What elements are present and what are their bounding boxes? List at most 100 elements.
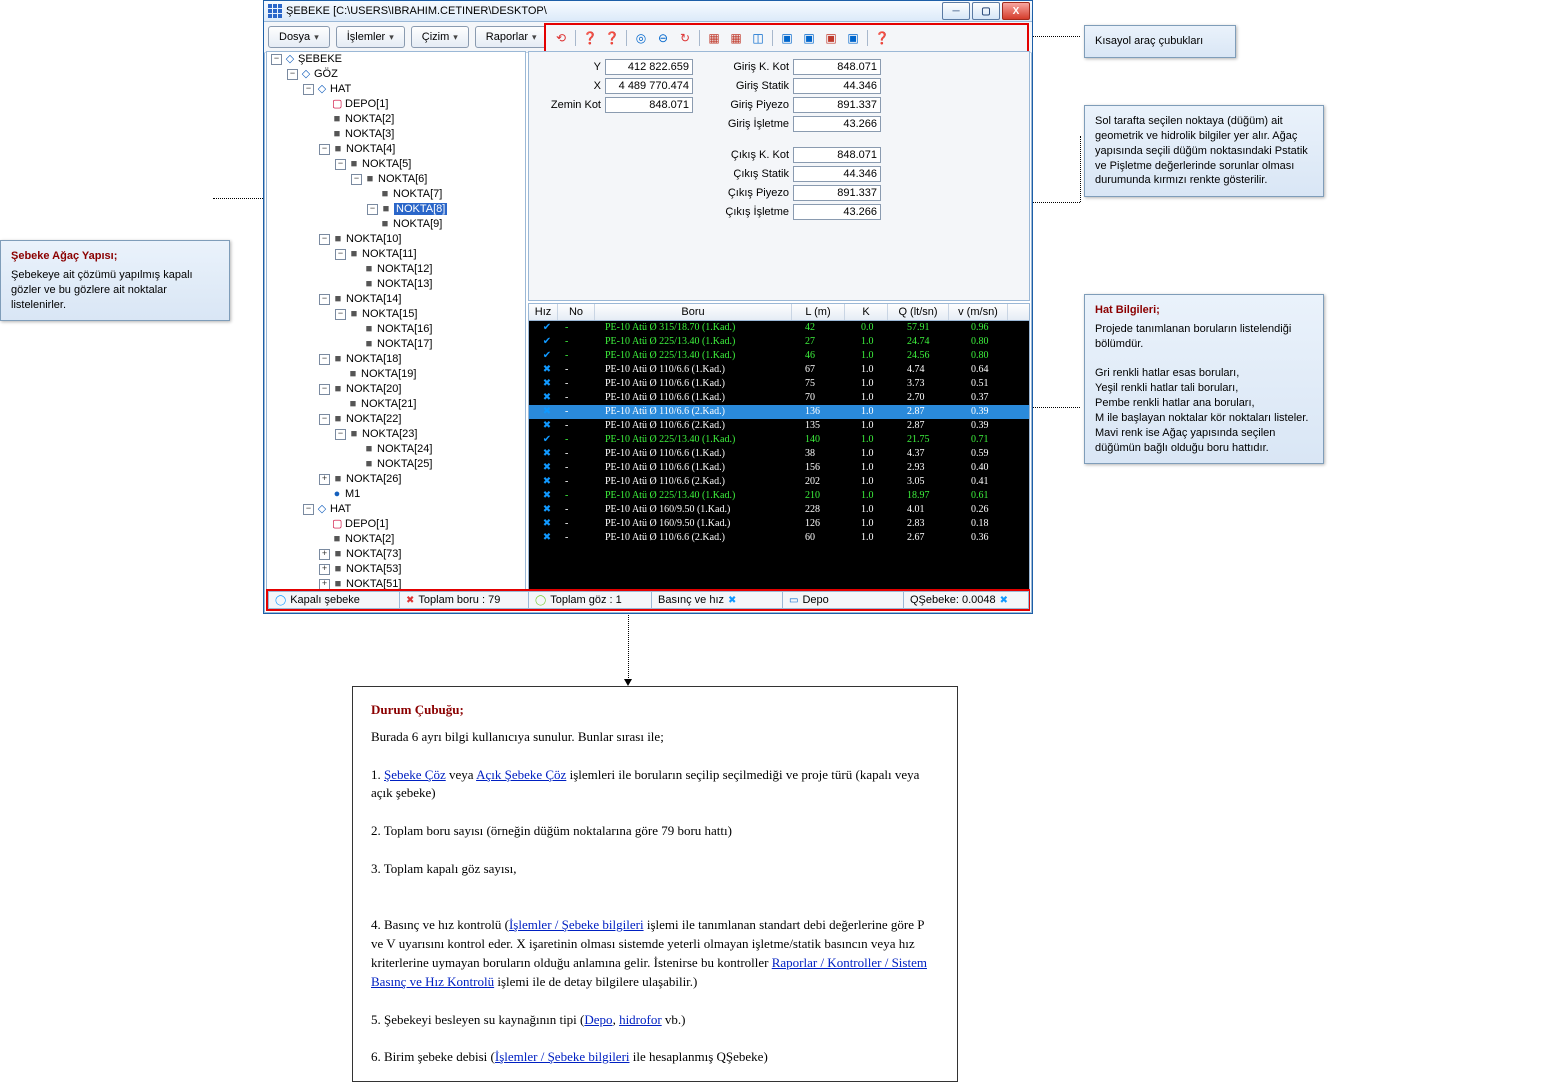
tool-icon[interactable]: ▦ <box>706 30 722 46</box>
prop-field[interactable] <box>605 59 693 75</box>
grid-row[interactable]: ✔-PE-10 Atü Ø 225/13.40 (1.Kad.)1401.021… <box>529 433 1029 447</box>
tree-node[interactable]: ▢DEPO[1] <box>319 97 525 112</box>
col-no[interactable]: No <box>558 304 595 320</box>
tree-toggle-icon[interactable]: − <box>351 174 362 185</box>
col-k[interactable]: K <box>845 304 888 320</box>
prop-field[interactable] <box>793 147 881 163</box>
tree-toggle-icon[interactable]: − <box>303 84 314 95</box>
tree-node[interactable]: ▢DEPO[1] <box>319 517 525 532</box>
grid-row[interactable]: ✖-PE-10 Atü Ø 110/6.6 (1.Kad.)381.04.370… <box>529 447 1029 461</box>
tree-toggle-icon[interactable]: − <box>319 234 330 245</box>
tool-icon[interactable]: ◫ <box>750 30 766 46</box>
grid-row[interactable]: ✖-PE-10 Atü Ø 110/6.6 (2.Kad.)1351.02.87… <box>529 419 1029 433</box>
menu-islemler[interactable]: İşlemler <box>336 26 405 48</box>
tree-node[interactable]: ■NOKTA[2] <box>319 112 525 127</box>
tree-node[interactable]: −■NOKTA[23]■NOKTA[24]■NOKTA[25] <box>335 427 525 472</box>
tree-node[interactable]: +■NOKTA[53] <box>319 562 525 577</box>
tree-toggle-icon[interactable]: − <box>303 504 314 515</box>
tree-node[interactable]: −◇HAT▢DEPO[1]■NOKTA[2]+■NOKTA[73]+■NOKTA… <box>303 502 525 592</box>
col-v[interactable]: v (m/sn) <box>949 304 1008 320</box>
close-button[interactable]: X <box>1002 2 1030 20</box>
tool-icon[interactable]: ▦ <box>728 30 744 46</box>
col-hiz[interactable]: Hız <box>529 304 558 320</box>
tree-toggle-icon[interactable]: − <box>319 384 330 395</box>
tool-icon[interactable]: ❓ <box>604 30 620 46</box>
tree-toggle-icon[interactable]: − <box>319 294 330 305</box>
tree-toggle-icon[interactable]: + <box>319 579 330 590</box>
col-q[interactable]: Q (lt/sn) <box>888 304 949 320</box>
tree-node[interactable]: ■NOKTA[2] <box>319 532 525 547</box>
tree-node[interactable]: ■NOKTA[24] <box>351 442 525 457</box>
tool-icon[interactable]: ▣ <box>801 30 817 46</box>
prop-field[interactable] <box>793 59 881 75</box>
prop-field[interactable] <box>793 185 881 201</box>
grid-row[interactable]: ✔-PE-10 Atü Ø 225/13.40 (1.Kad.)271.024.… <box>529 335 1029 349</box>
prop-field[interactable] <box>605 78 693 94</box>
tree-node[interactable]: ■NOKTA[3] <box>319 127 525 142</box>
tree-toggle-icon[interactable]: − <box>367 204 378 215</box>
tool-icon[interactable]: ⟲ <box>553 30 569 46</box>
tree-node[interactable]: −■NOKTA[18]■NOKTA[19] <box>319 352 525 382</box>
tree-node[interactable]: +■NOKTA[26] <box>319 472 525 487</box>
tree-node[interactable]: −■NOKTA[8] <box>367 202 525 217</box>
tree-node[interactable]: ■NOKTA[16] <box>351 322 525 337</box>
tree-toggle-icon[interactable]: − <box>319 414 330 425</box>
tree-toggle-icon[interactable]: + <box>319 564 330 575</box>
tree-node[interactable]: +■NOKTA[73] <box>319 547 525 562</box>
tree-node[interactable]: −◇GÖZ−◇HAT▢DEPO[1]■NOKTA[2]■NOKTA[3]−■NO… <box>287 67 525 592</box>
tree-node[interactable]: ■NOKTA[9] <box>367 217 525 232</box>
tree-node[interactable]: −■NOKTA[22]−■NOKTA[23]■NOKTA[24]■NOKTA[2… <box>319 412 525 472</box>
grid-row[interactable]: ✔-PE-10 Atü Ø 225/13.40 (1.Kad.)461.024.… <box>529 349 1029 363</box>
tree-node[interactable]: −■NOKTA[10]−■NOKTA[11]■NOKTA[12]■NOKTA[1… <box>319 232 525 292</box>
tree-node[interactable]: ■NOKTA[25] <box>351 457 525 472</box>
grid-row[interactable]: ✖-PE-10 Atü Ø 160/9.50 (1.Kad.)1261.02.8… <box>529 517 1029 531</box>
tree-node[interactable]: −■NOKTA[15]■NOKTA[16]■NOKTA[17] <box>335 307 525 352</box>
prop-field[interactable] <box>793 97 881 113</box>
grid-row[interactable]: ✖-PE-10 Atü Ø 110/6.6 (1.Kad.)701.02.700… <box>529 391 1029 405</box>
tree-node[interactable]: −■NOKTA[4]−■NOKTA[5]−■NOKTA[6]■NOKTA[7]−… <box>319 142 525 232</box>
grid-row[interactable]: ✖-PE-10 Atü Ø 110/6.6 (2.Kad.)601.02.670… <box>529 531 1029 545</box>
prop-field[interactable] <box>793 116 881 132</box>
maximize-button[interactable]: ▢ <box>972 2 1000 20</box>
tree-node[interactable]: −◇ŞEBEKE−◇GÖZ−◇HAT▢DEPO[1]■NOKTA[2]■NOKT… <box>271 52 525 592</box>
tree-toggle-icon[interactable]: − <box>335 309 346 320</box>
grid-row[interactable]: ✖-PE-10 Atü Ø 225/13.40 (1.Kad.)2101.018… <box>529 489 1029 503</box>
tool-icon[interactable]: ⊖ <box>655 30 671 46</box>
grid-row[interactable]: ✖-PE-10 Atü Ø 110/6.6 (1.Kad.)671.04.740… <box>529 363 1029 377</box>
tree-toggle-icon[interactable]: − <box>335 159 346 170</box>
grid-row[interactable]: ✖-PE-10 Atü Ø 110/6.6 (1.Kad.)1561.02.93… <box>529 461 1029 475</box>
tool-icon[interactable]: ▣ <box>845 30 861 46</box>
col-l[interactable]: L (m) <box>792 304 845 320</box>
tree-toggle-icon[interactable]: + <box>319 549 330 560</box>
tree-toggle-icon[interactable]: + <box>319 474 330 485</box>
tree-toggle-icon[interactable]: − <box>271 54 282 65</box>
grid-row[interactable]: ✖-PE-10 Atü Ø 160/9.50 (1.Kad.)2281.04.0… <box>529 503 1029 517</box>
prop-field[interactable] <box>793 78 881 94</box>
grid-row[interactable]: ✖-PE-10 Atü Ø 110/6.6 (2.Kad.)1361.02.87… <box>529 405 1029 419</box>
tree-node[interactable]: ■NOKTA[21] <box>335 397 525 412</box>
tree-node[interactable]: ●M1 <box>319 487 525 502</box>
menu-raporlar[interactable]: Raporlar <box>475 26 548 48</box>
grid-body[interactable]: ✔-PE-10 Atü Ø 315/18.70 (1.Kad.)420.057.… <box>529 321 1029 592</box>
tree-toggle-icon[interactable]: − <box>319 144 330 155</box>
tool-icon[interactable]: ❓ <box>582 30 598 46</box>
tree-node[interactable]: ■NOKTA[7] <box>367 187 525 202</box>
tree-toggle-icon[interactable]: − <box>319 354 330 365</box>
tree-node[interactable]: −■NOKTA[14]−■NOKTA[15]■NOKTA[16]■NOKTA[1… <box>319 292 525 352</box>
tree-node[interactable]: −■NOKTA[20]■NOKTA[21] <box>319 382 525 412</box>
col-boru[interactable]: Boru <box>595 304 792 320</box>
tree-node[interactable]: −■NOKTA[6]■NOKTA[7]−■NOKTA[8]■NOKTA[9] <box>351 172 525 232</box>
prop-field[interactable] <box>793 204 881 220</box>
tree-node[interactable]: ■NOKTA[12] <box>351 262 525 277</box>
tree-node[interactable]: −◇HAT▢DEPO[1]■NOKTA[2]■NOKTA[3]−■NOKTA[4… <box>303 82 525 502</box>
prop-field[interactable] <box>793 166 881 182</box>
tree-pane[interactable]: −◇ŞEBEKE−◇GÖZ−◇HAT▢DEPO[1]■NOKTA[2]■NOKT… <box>266 51 526 593</box>
prop-field[interactable] <box>605 97 693 113</box>
tree-node[interactable]: −■NOKTA[11]■NOKTA[12]■NOKTA[13] <box>335 247 525 292</box>
tool-icon[interactable]: ❓ <box>874 30 890 46</box>
tree-toggle-icon[interactable]: − <box>335 429 346 440</box>
menu-dosya[interactable]: Dosya <box>268 26 330 48</box>
tree-node[interactable]: ■NOKTA[17] <box>351 337 525 352</box>
tree-toggle-icon[interactable]: − <box>287 69 298 80</box>
tool-icon[interactable]: ▣ <box>779 30 795 46</box>
